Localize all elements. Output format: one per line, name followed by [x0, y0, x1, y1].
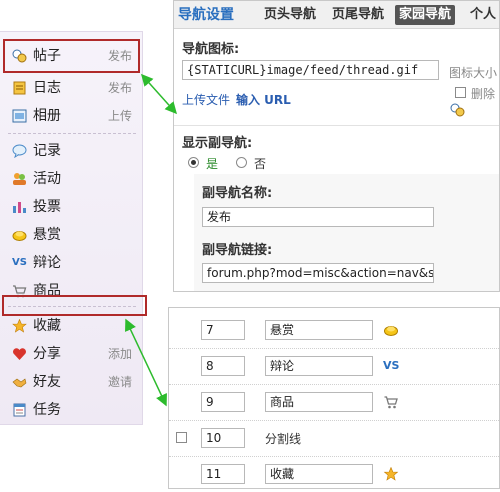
name-input[interactable]: 收藏	[265, 464, 373, 484]
tab-home-nav[interactable]: 家园导航	[395, 5, 456, 25]
gold-icon	[383, 323, 399, 337]
table-row: 8 辩论 VS	[169, 348, 499, 385]
thread-icon	[450, 103, 465, 117]
people-icon	[12, 172, 27, 186]
order-input[interactable]: 7	[201, 320, 245, 340]
table-row-separator: 10 分割线	[169, 420, 499, 457]
album-icon	[12, 109, 27, 123]
name-input[interactable]: 辩论	[265, 356, 373, 376]
nav-item-friends[interactable]: 好友 邀请	[0, 370, 142, 394]
tab-footer-nav[interactable]: 页尾导航	[332, 5, 384, 25]
nav-item-task[interactable]: 任务	[0, 398, 142, 422]
row-select-checkbox[interactable]	[176, 432, 187, 443]
nav-item-action[interactable]: 发布	[108, 76, 132, 100]
order-input[interactable]: 11	[201, 464, 245, 484]
task-icon	[12, 403, 27, 417]
nav-item-label: 收藏	[33, 318, 61, 334]
section-divider	[174, 125, 499, 126]
nav-settings-panel: 导航设置 页头导航 页尾导航 家园导航 个人 导航图标: {STATICURL}…	[173, 0, 500, 292]
highlight-box-separator	[2, 295, 147, 316]
nav-item-action[interactable]: 添加	[108, 342, 132, 366]
subnav-link-input[interactable]: forum.php?mod=misc&action=nav&s	[202, 263, 434, 283]
chat-bubble-icon	[12, 144, 27, 159]
subnav-name-label: 副导航名称:	[202, 186, 273, 201]
nav-item-label: 活动	[33, 171, 61, 187]
nav-item-label: 好友	[33, 374, 61, 390]
icon-path-input[interactable]: {STATICURL}image/feed/thread.gif	[182, 60, 439, 80]
subnav-yes-radio[interactable]	[188, 157, 199, 168]
nav-item-label: 记录	[33, 143, 61, 159]
show-subnav-label: 显示副导航:	[182, 136, 253, 151]
name-input[interactable]: 悬赏	[265, 320, 373, 340]
nav-item-blog[interactable]: 日志 发布	[0, 76, 142, 100]
nav-item-share[interactable]: 分享 添加	[0, 342, 142, 366]
handshake-icon	[12, 375, 27, 389]
icon-size-hint: 图标大小	[449, 66, 498, 80]
nav-item-activity[interactable]: 活动	[0, 167, 142, 191]
highlight-box-thread	[3, 39, 140, 73]
vs-icon: VS	[12, 257, 27, 268]
input-url-link[interactable]: 输入 URL	[236, 91, 291, 108]
nav-item-record[interactable]: 记录	[0, 139, 142, 163]
icon-field-label: 导航图标:	[182, 42, 240, 57]
tab-header-nav[interactable]: 页头导航	[264, 5, 316, 25]
panel-title: 导航设置	[178, 7, 234, 23]
star-icon	[12, 318, 27, 333]
nav-divider	[8, 133, 136, 134]
left-nav-menu: 帖子 发布 日志 发布 相册 上传 记录 活动 投票 悬赏 VS 辩论 商品 收…	[0, 31, 143, 425]
table-row: 7 悬赏	[169, 312, 499, 349]
subnav-no-radio[interactable]	[236, 157, 247, 168]
order-input[interactable]: 10	[201, 428, 245, 448]
nav-item-label: 投票	[33, 199, 61, 215]
name-input[interactable]: 商品	[265, 392, 373, 412]
nav-item-debate[interactable]: VS 辩论	[0, 251, 142, 275]
heart-icon	[12, 347, 27, 361]
table-row: 11 收藏	[169, 456, 499, 492]
nav-item-reward[interactable]: 悬赏	[0, 223, 142, 247]
star-icon	[383, 466, 399, 481]
delete-label: 删除	[471, 87, 496, 101]
subnav-yes-label: 是	[206, 157, 219, 171]
table-row: 9 商品	[169, 384, 499, 421]
vs-icon: VS	[383, 359, 400, 372]
upload-file-link[interactable]: 上传文件	[182, 91, 230, 108]
subnav-name-input[interactable]: 发布	[202, 207, 434, 227]
nav-item-poll[interactable]: 投票	[0, 195, 142, 219]
blog-icon	[12, 81, 27, 95]
nav-item-label: 任务	[33, 402, 61, 418]
separator-label: 分割线	[265, 432, 302, 446]
subnav-no-label: 否	[254, 157, 267, 171]
arrow-thread-to-settings	[140, 73, 178, 115]
nav-item-label: 辩论	[33, 255, 61, 271]
nav-item-label: 悬赏	[33, 227, 61, 243]
nav-item-action[interactable]: 上传	[108, 104, 132, 128]
nav-item-album[interactable]: 相册 上传	[0, 104, 142, 128]
tab-personal[interactable]: 个人	[470, 5, 496, 25]
gold-icon	[12, 228, 27, 242]
subnav-link-label: 副导航链接:	[202, 243, 273, 258]
order-input[interactable]: 8	[201, 356, 245, 376]
nav-item-action[interactable]: 邀请	[108, 370, 132, 394]
cart-icon	[383, 395, 399, 409]
bar-chart-icon	[12, 200, 27, 214]
nav-item-label: 分享	[33, 346, 61, 362]
nav-item-label: 日志	[33, 80, 61, 96]
nav-item-favorite[interactable]: 收藏	[0, 314, 142, 338]
delete-checkbox[interactable]	[455, 87, 466, 98]
nav-item-label: 相册	[33, 108, 61, 124]
tab-bar: 导航设置 页头导航 页尾导航 家园导航 个人	[174, 1, 499, 29]
order-input[interactable]: 9	[201, 392, 245, 412]
nav-order-list: 7 悬赏 8 辩论 VS 9 商品 10 分割线 11 收藏	[168, 307, 500, 489]
